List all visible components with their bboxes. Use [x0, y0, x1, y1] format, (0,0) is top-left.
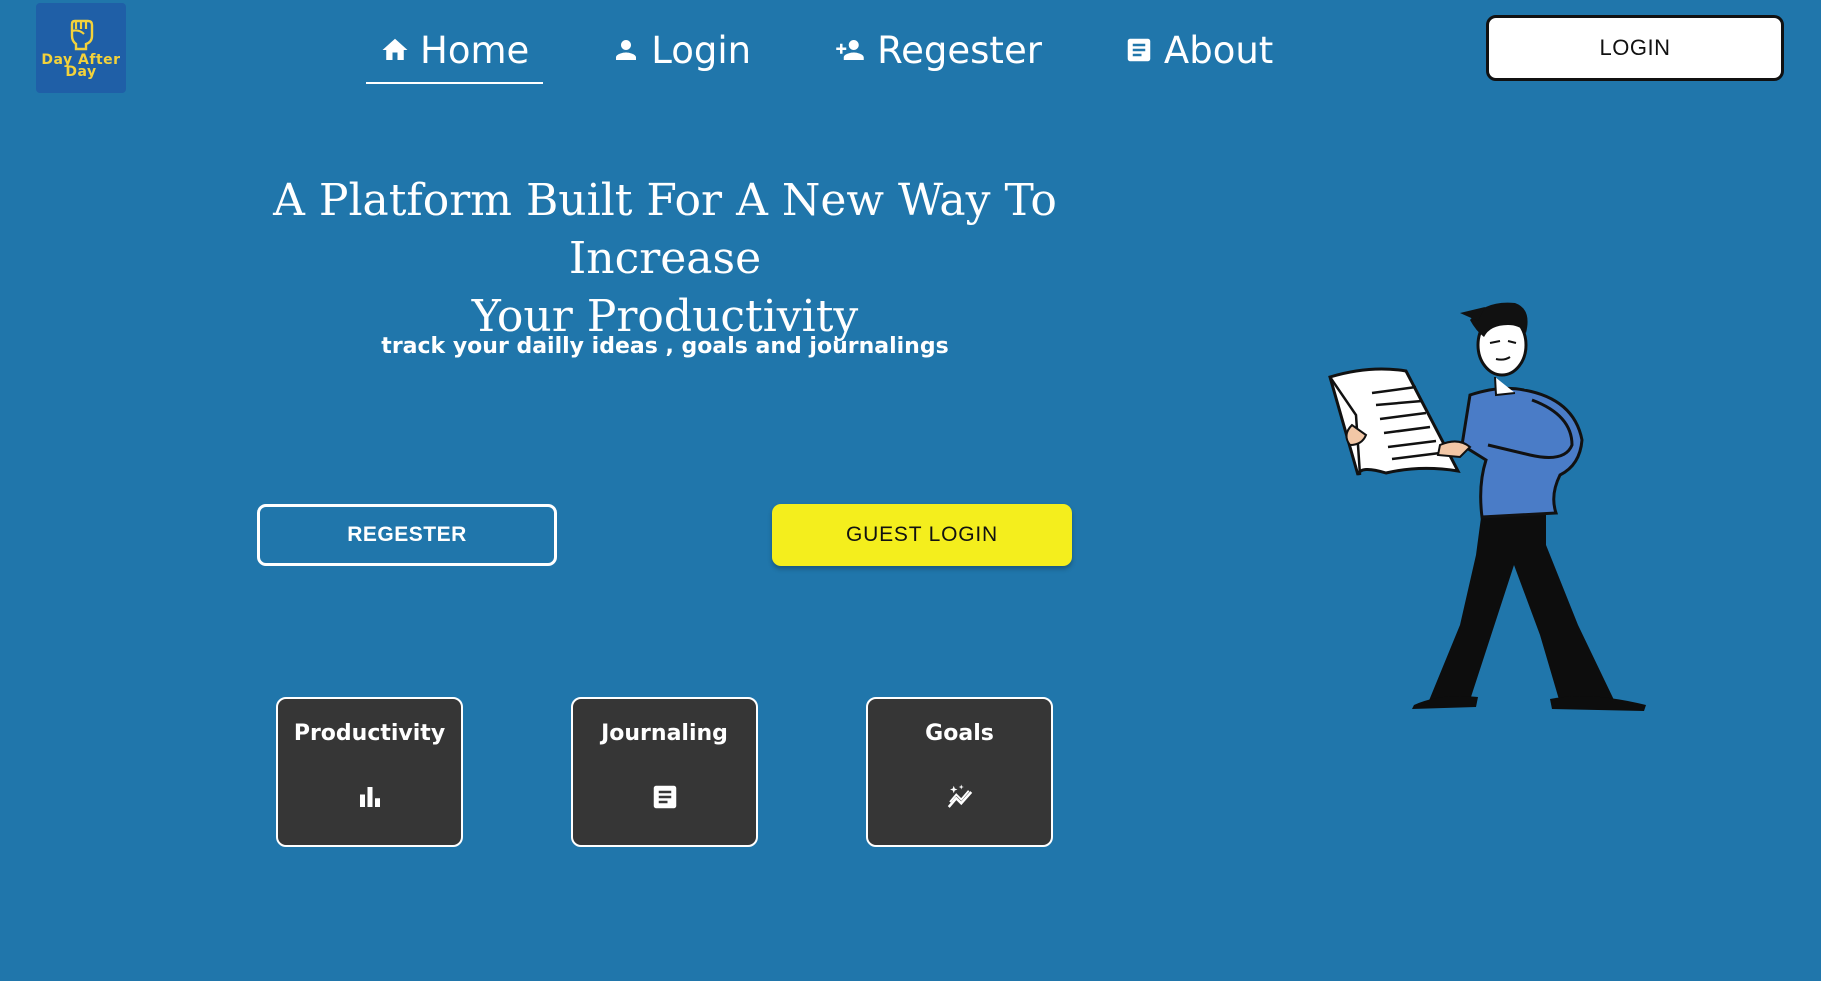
hero-headline: A Platform Built For A New Way To Increa… [210, 172, 1120, 346]
man-reading-newspaper-illustration [1310, 295, 1670, 729]
brand-logo[interactable]: Day After Day [36, 3, 126, 93]
feature-card-goals[interactable]: Goals [866, 697, 1053, 847]
nav-item-about[interactable]: About [1110, 18, 1287, 82]
person-icon [611, 35, 641, 65]
home-icon [380, 35, 410, 65]
hero-subline: track your dailly ideas , goals and jour… [381, 334, 949, 359]
feature-card-title: Goals [925, 721, 994, 746]
nav-item-home-label: Home [420, 28, 530, 72]
nav-item-home[interactable]: Home [366, 18, 544, 84]
hero-headline-line1: A Platform Built For A New Way To Increa… [273, 175, 1057, 284]
nav-item-login-label: Login [651, 28, 752, 72]
logo-text: Day After Day [41, 53, 120, 79]
feature-card-title: Productivity [293, 721, 446, 746]
feature-card-title: Journaling [601, 721, 728, 746]
nav-item-regester[interactable]: Regester [819, 18, 1056, 82]
guest-login-button[interactable]: GUEST LOGIN [772, 504, 1072, 566]
header-login-button[interactable]: LOGIN [1486, 15, 1784, 81]
auto-graph-icon [943, 782, 977, 816]
main-nav: Home Login Regester About [366, 18, 1287, 88]
fist-icon [70, 19, 94, 51]
register-button[interactable]: REGESTER [257, 504, 557, 566]
bar-chart-icon [355, 782, 385, 816]
article-icon [1124, 35, 1154, 65]
nav-item-login[interactable]: Login [597, 18, 765, 82]
article-icon [650, 782, 680, 816]
feature-card-productivity[interactable]: Productivity [276, 697, 463, 847]
nav-item-regester-label: Regester [877, 28, 1042, 72]
nav-item-about-label: About [1163, 28, 1274, 72]
person-add-icon [833, 35, 867, 65]
feature-card-journaling[interactable]: Journaling [571, 697, 758, 847]
